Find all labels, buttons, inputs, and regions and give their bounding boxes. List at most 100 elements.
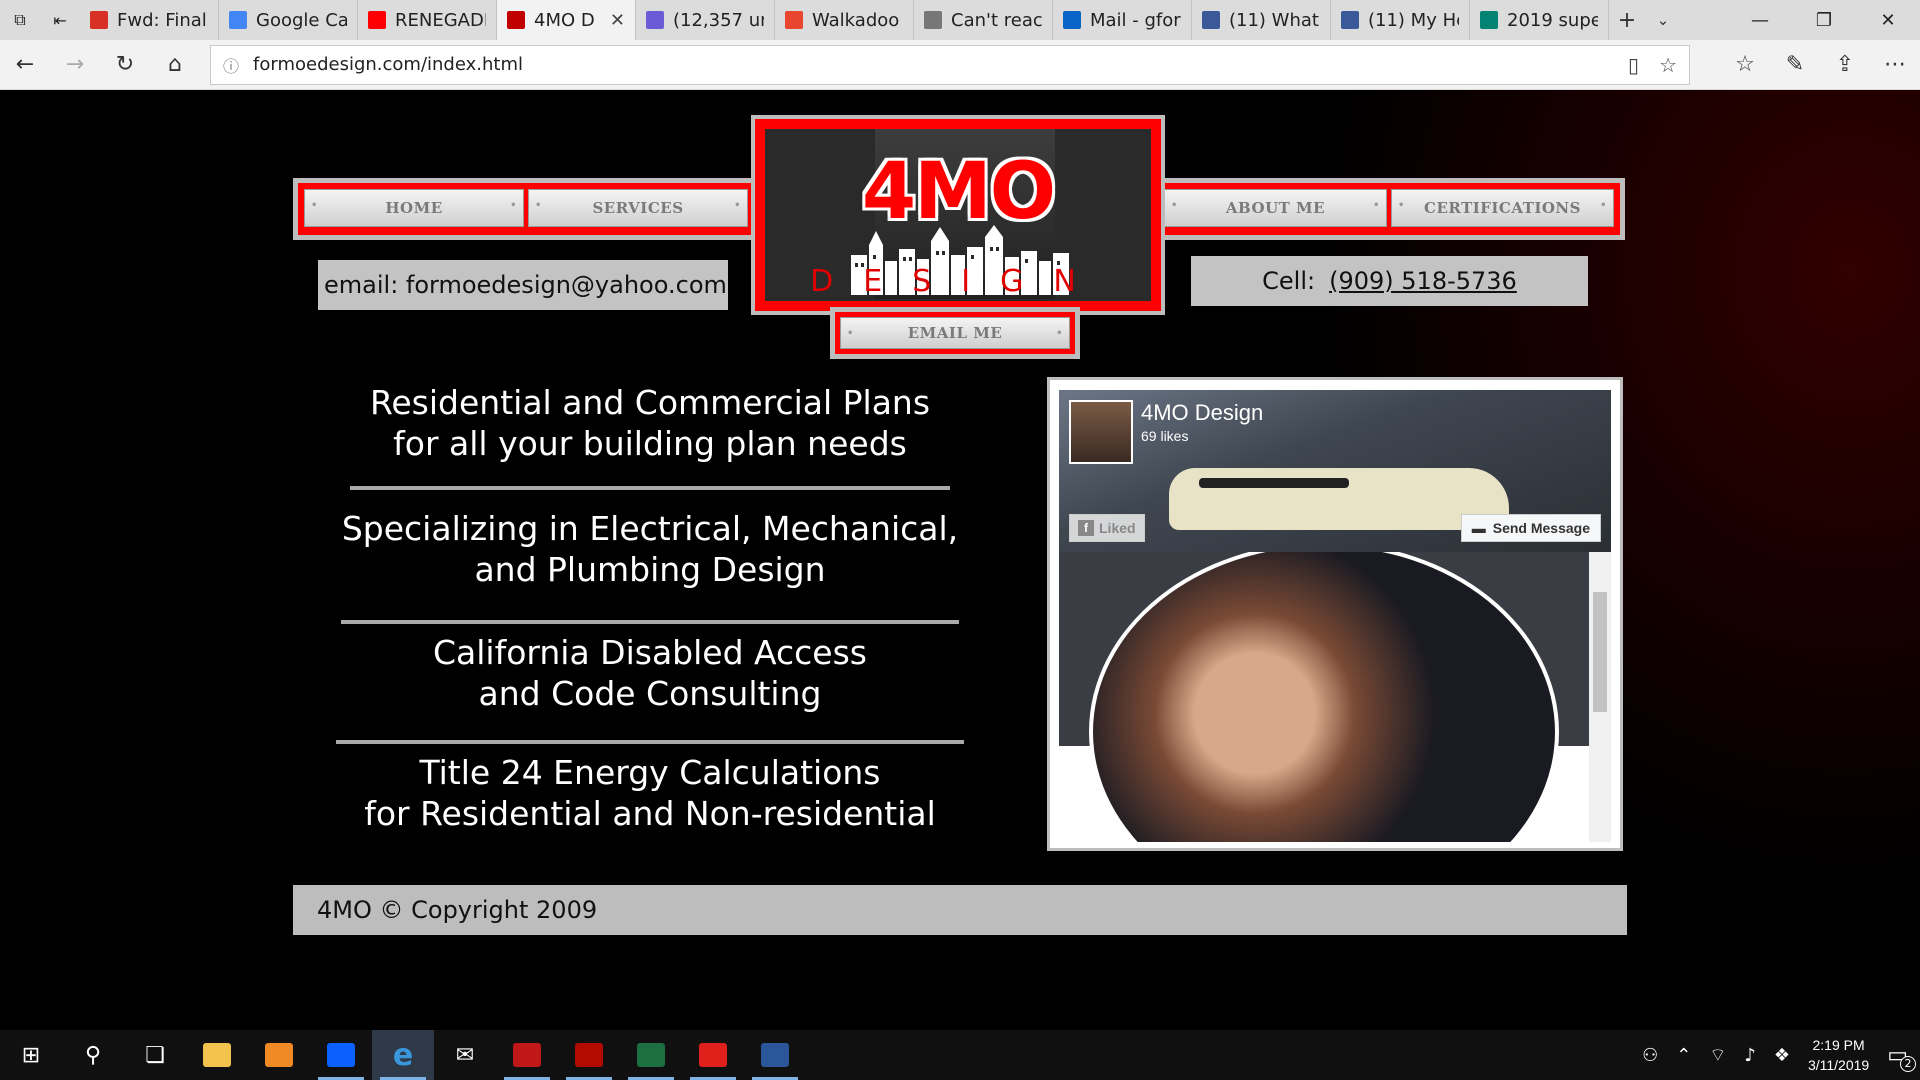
acrobat-icon[interactable] [682,1030,744,1080]
cell-label: Cell: [1262,267,1316,295]
tab-label: (11) My Hc [1368,9,1459,31]
action-center-icon[interactable]: ▭ 2 [1887,1043,1916,1072]
tab-label: RENEGADE [395,9,486,31]
facebook-icon [1341,11,1359,29]
back-button[interactable]: ← [0,40,50,90]
chevron-up-icon[interactable]: ⌃ [1676,1045,1691,1066]
search-icon[interactable]: ⚲ [62,1030,124,1080]
bing-icon [1480,11,1498,29]
nav-bar-right: ABOUT ME CERTIFICATIONS [1153,178,1625,240]
tab-label: Google Ca [256,9,347,31]
minimize-button[interactable]: — [1728,0,1792,40]
browser-tab[interactable]: RENEGADE [358,0,497,40]
tab-label: (12,357 un [673,9,764,31]
nav-services-button[interactable]: SERVICES [528,189,748,227]
email-me-frame: EMAIL ME [830,307,1080,359]
acrobat-reader-icon[interactable] [558,1030,620,1080]
maximize-button[interactable]: ❐ [1792,0,1856,40]
profile-photo[interactable] [1089,552,1559,842]
media-player-icon[interactable] [248,1030,310,1080]
volume-icon[interactable]: ♪ [1744,1045,1756,1066]
site-icon [507,11,525,29]
people-icon[interactable]: ⚇ [1642,1045,1658,1066]
site-info-icon[interactable]: ⓘ [223,53,239,77]
edge-browser-icon[interactable]: e [372,1030,434,1080]
outlook-icon [1063,11,1081,29]
task-view-icon[interactable]: ❏ [124,1030,186,1080]
site-logo[interactable]: 4MO DESIGN [751,115,1165,315]
tab-preview-toggle[interactable]: ⌄ [1645,0,1681,40]
dropbox-icon[interactable] [310,1030,372,1080]
window-close-button[interactable]: ✕ [1856,0,1920,40]
reading-view-icon[interactable]: ▯ [1628,53,1639,77]
calendar-icon [229,11,247,29]
system-tray: ⚇ ⌃ ⌔ ♪ ❖ 2:19 PM 3/11/2019 ▭ 2 [1642,1035,1920,1075]
clock[interactable]: 2:19 PM 3/11/2019 [1808,1035,1869,1075]
tab-label: (11) What [1229,9,1319,31]
nav-bar-left: HOME SERVICES [293,178,759,240]
tab-label: Mail - gfor [1090,9,1181,31]
url-text: formoedesign.com/index.html [253,54,523,75]
browser-tab[interactable]: (11) What [1192,0,1331,40]
web-page: HOME SERVICES ABOUT ME CERTIFICATIONS 4M… [0,90,1920,1030]
home-button[interactable]: ⌂ [150,40,200,90]
set-tabs-aside-icon[interactable]: ⇤ [40,0,80,40]
start-button[interactable]: ⊞ [0,1030,62,1080]
email-me-button[interactable]: EMAIL ME [840,317,1070,349]
walkadoo-icon [785,11,803,29]
phone-link[interactable]: (909) 518-5736 [1329,267,1517,295]
forward-button[interactable]: → [50,40,100,90]
nav-certifications-button[interactable]: CERTIFICATIONS [1391,189,1614,227]
dropbox-tray-icon[interactable]: ❖ [1774,1045,1790,1066]
favorites-hub-icon[interactable]: ☆ [1720,40,1770,90]
browser-tab[interactable]: Fwd: Final [80,0,219,40]
divider [350,486,950,490]
browser-tab-strip: ⧉ ⇤ Fwd: Final Google Ca RENEGADE 4MO D ✕ (12… [0,0,1920,40]
facebook-cover-photo[interactable]: 4MO Design 69 likes f Liked ▬ Send Messa… [1059,390,1611,552]
word-icon[interactable] [744,1030,806,1080]
facebook-timeline[interactable] [1059,552,1611,842]
youtube-icon [368,11,386,29]
browser-tab[interactable]: Google Ca [219,0,358,40]
browser-tab[interactable]: (12,357 un [636,0,775,40]
facebook-send-message-button[interactable]: ▬ Send Message [1460,514,1601,542]
address-bar[interactable]: ⓘ formoedesign.com/index.html ▯ ☆ [210,44,1690,85]
cell-box: Cell: (909) 518-5736 [1191,256,1588,306]
mail-app-icon[interactable]: ✉ [434,1030,496,1080]
browser-tab[interactable]: Walkadoo [775,0,914,40]
browser-tab[interactable]: Mail - gfor [1053,0,1192,40]
new-tab-button[interactable]: + [1609,0,1645,40]
wifi-icon[interactable]: ⌔ [1709,1044,1726,1067]
favorite-star-icon[interactable]: ☆ [1659,53,1677,77]
facebook-icon: f [1078,520,1094,536]
facebook-scrollbar[interactable] [1589,552,1611,842]
browser-tab[interactable]: 4MO D ✕ [497,0,636,40]
excel-icon[interactable] [620,1030,682,1080]
refresh-button[interactable]: ↻ [100,40,150,90]
tab-label: Fwd: Final [117,9,207,31]
tab-label: Can't reacl [951,9,1042,31]
facebook-page-name[interactable]: 4MO Design [1141,400,1263,426]
gmail-icon [90,11,108,29]
more-menu-icon[interactable]: ⋯ [1870,40,1920,90]
share-icon[interactable]: ⇪ [1820,40,1870,90]
app-red-icon[interactable] [496,1030,558,1080]
browser-tab[interactable]: (11) My Hc [1331,0,1470,40]
facebook-liked-button[interactable]: f Liked [1069,514,1145,542]
browser-tab[interactable]: Can't reacl [914,0,1053,40]
tab-close-icon[interactable]: ✕ [610,10,625,31]
browser-tab[interactable]: 2019 super [1470,0,1609,40]
services-list: Residential and Commercial Plans for all… [320,382,980,834]
service-item: Title 24 Energy Calculations for Residen… [364,753,936,833]
tab-label: 4MO D [534,9,595,31]
divider [336,740,964,744]
page-icon [924,11,942,29]
web-note-icon[interactable]: ✎ [1770,40,1820,90]
facebook-likes-count: 69 likes [1141,428,1189,444]
tab-manager-icon[interactable]: ⧉ [0,0,40,40]
facebook-avatar[interactable] [1069,400,1133,464]
file-explorer-icon[interactable] [186,1030,248,1080]
nav-about-button[interactable]: ABOUT ME [1164,189,1387,227]
nav-home-button[interactable]: HOME [304,189,524,227]
email-box: email: formoedesign@yahoo.com [318,260,728,310]
